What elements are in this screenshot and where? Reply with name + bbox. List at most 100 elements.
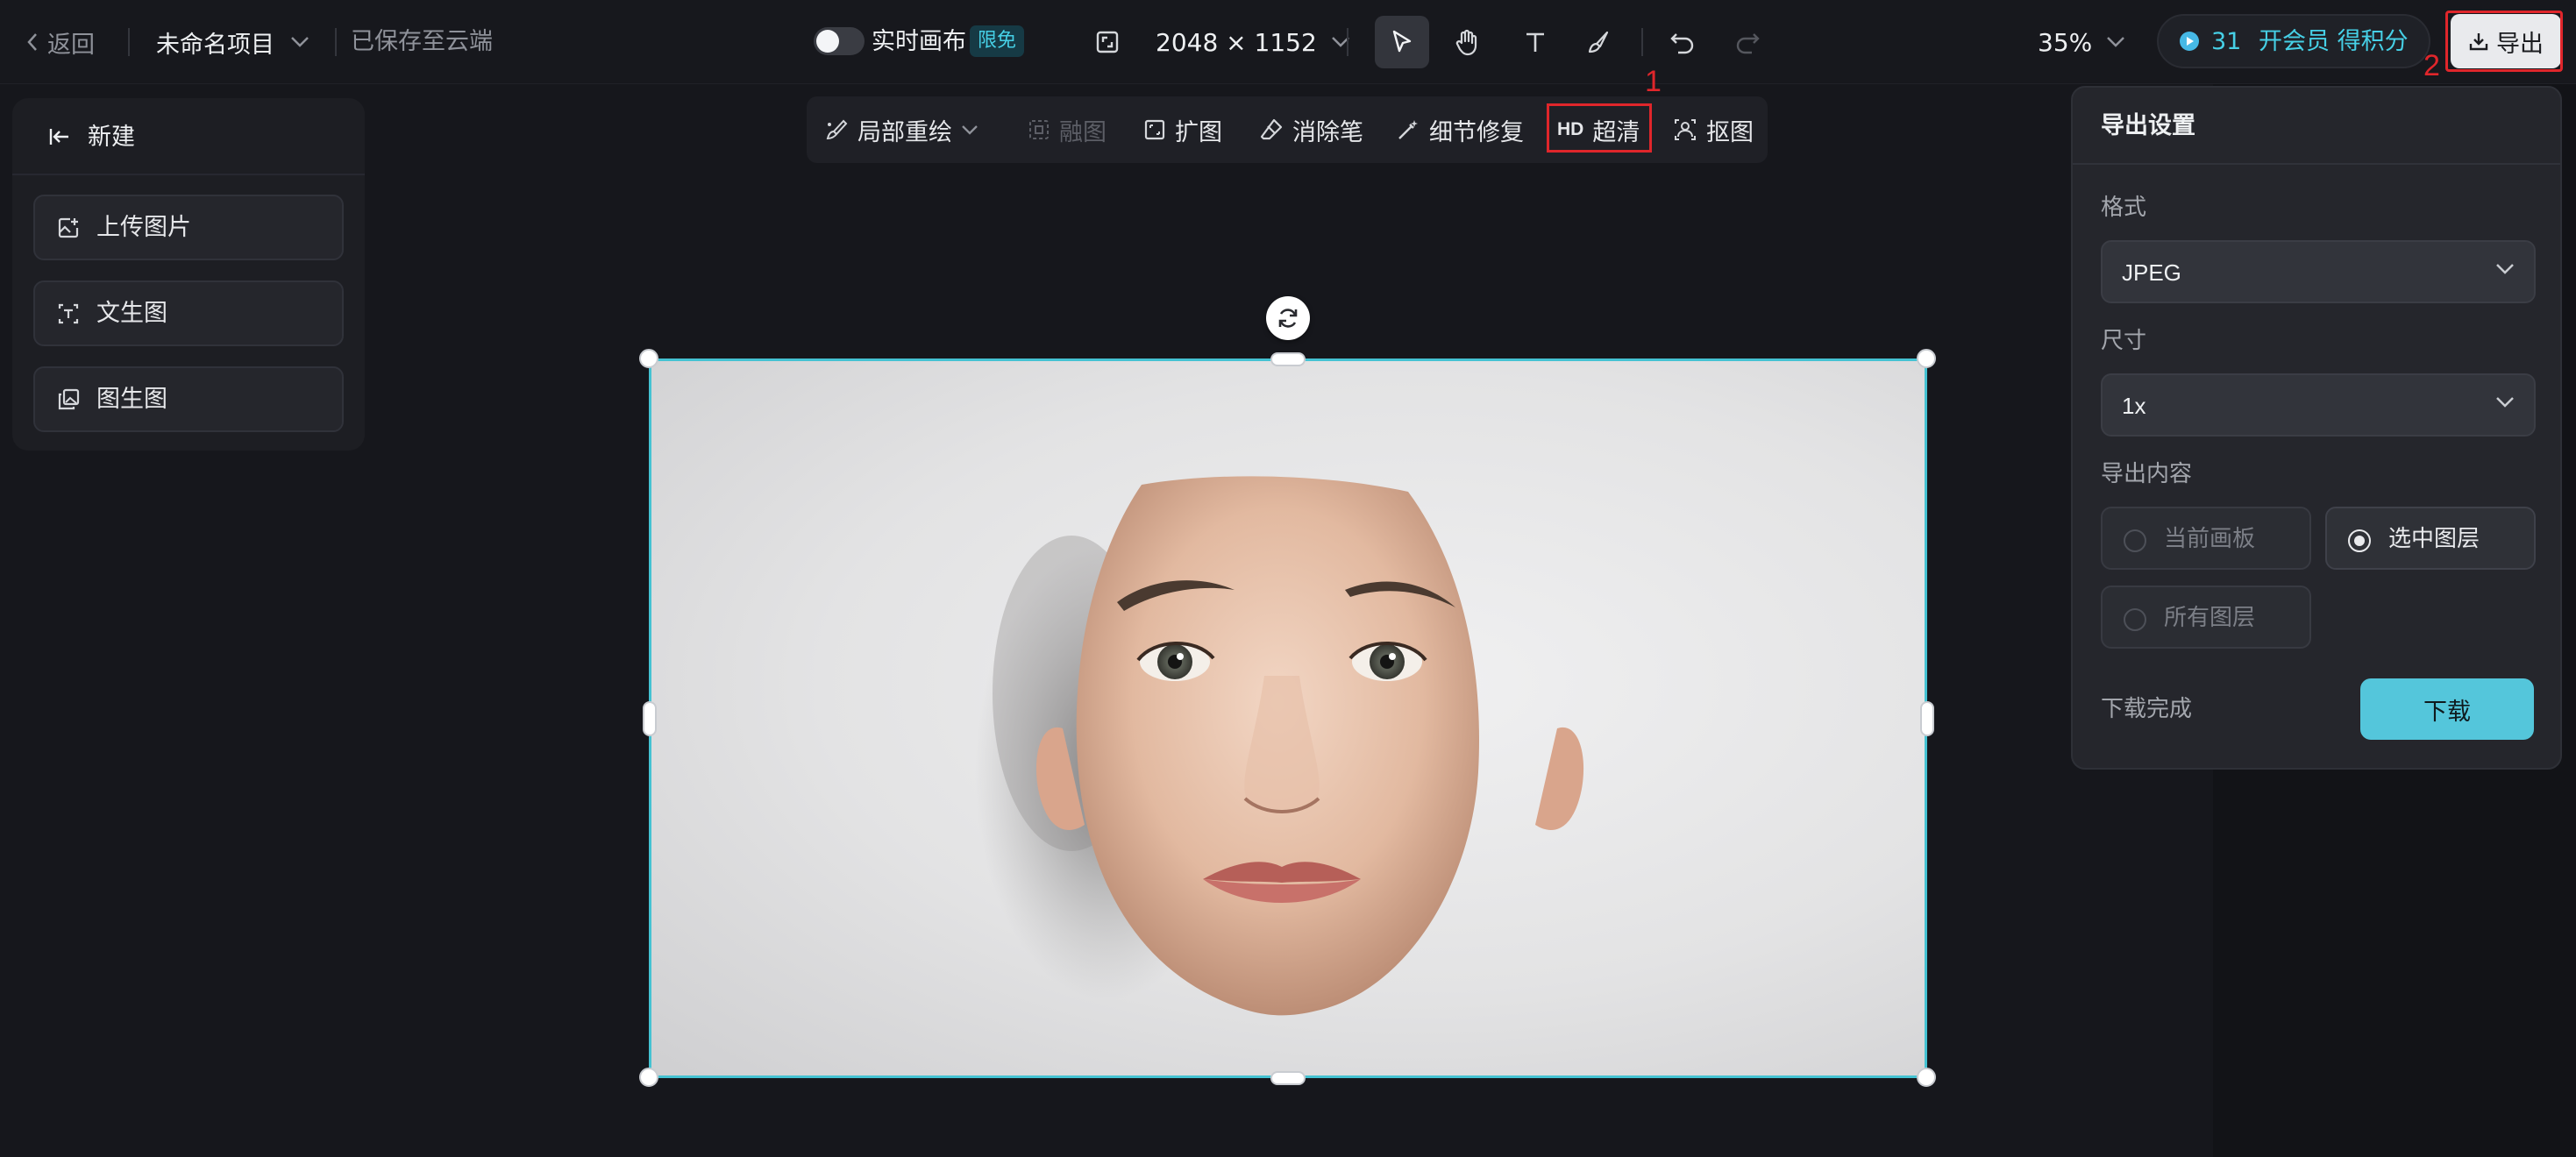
annotation-marker-1: 1 <box>1645 65 1662 98</box>
resize-handle-left[interactable] <box>643 701 657 736</box>
divider <box>335 28 337 56</box>
chevron-down-icon <box>961 124 978 135</box>
back-label: 返回 <box>47 31 95 59</box>
hand-tool-button[interactable] <box>1440 16 1494 68</box>
expand-tool[interactable]: 扩图 <box>1143 112 1222 147</box>
project-name-dropdown[interactable]: 未命名项目 <box>156 25 310 60</box>
expand-icon <box>1143 118 1166 141</box>
resize-icon <box>1095 30 1120 54</box>
blend-icon <box>1028 118 1050 141</box>
detail-fix-tool[interactable]: 细节修复 <box>1396 112 1524 147</box>
export-settings-panel: 导出设置 格式 JPEG 尺寸 1x 导出内容 当前画板 选中图层 所有图层 下… <box>2071 86 2562 770</box>
zoom-level: 35% <box>2038 27 2093 57</box>
resize-handle-top-left[interactable] <box>639 349 658 368</box>
chevron-down-icon <box>290 36 310 48</box>
text-tool-button[interactable] <box>1508 16 1562 68</box>
expand-label: 扩图 <box>1175 118 1222 146</box>
zoom-dropdown[interactable]: 35% <box>2038 25 2125 60</box>
save-status: 已保存至云端 <box>351 28 493 55</box>
text-icon <box>1523 30 1548 54</box>
option-all-layers[interactable]: 所有图层 <box>2101 586 2311 649</box>
canvas-size: 2048 × 1152 <box>1156 27 1317 57</box>
text-to-image-label: 文生图 <box>96 300 167 327</box>
chevron-down-icon <box>2106 36 2125 48</box>
detail-fix-label: 细节修复 <box>1429 118 1524 146</box>
selection-frame <box>649 358 1927 1078</box>
undo-icon <box>1669 30 1696 54</box>
chevron-down-icon <box>2495 396 2515 408</box>
divider <box>1641 28 1643 56</box>
option-label: 当前画板 <box>2164 526 2256 552</box>
undo-button[interactable] <box>1655 16 1710 68</box>
back-button[interactable]: 返回 <box>26 25 95 60</box>
toggle-knob <box>816 30 839 53</box>
resize-handle-right[interactable] <box>1920 701 1934 736</box>
free-badge: 限免 <box>970 25 1025 57</box>
redo-button[interactable] <box>1720 16 1775 68</box>
realtime-canvas-label: 实时画布 <box>872 28 966 55</box>
points-count: 31 <box>2211 28 2242 55</box>
divider <box>128 28 130 56</box>
annotation-marker-2: 2 <box>2423 49 2440 82</box>
text-to-image-icon <box>56 302 81 326</box>
format-value: JPEG <box>2122 259 2181 286</box>
upload-image-button[interactable]: 上传图片 <box>33 195 344 260</box>
hand-icon <box>1454 28 1480 56</box>
points-icon <box>2178 30 2201 53</box>
inpaint-tool[interactable]: 局部重绘 <box>824 112 978 147</box>
brush-tool-button[interactable] <box>1571 16 1626 68</box>
option-current-artboard[interactable]: 当前画板 <box>2101 507 2311 570</box>
image-to-image-button[interactable]: 图生图 <box>33 366 344 432</box>
arrow-left-bar-icon <box>49 126 72 147</box>
format-select[interactable]: JPEG <box>2101 240 2536 303</box>
rotate-icon <box>1275 305 1301 331</box>
radio-button <box>2124 529 2146 552</box>
membership-pill[interactable]: 31 开会员 得积分 <box>2157 14 2430 68</box>
annotation-box-upscale <box>1547 103 1652 153</box>
eraser-tool[interactable]: 消除笔 <box>1259 112 1363 147</box>
text-to-image-button[interactable]: 文生图 <box>33 280 344 346</box>
resize-handle-top[interactable] <box>1270 352 1306 366</box>
format-label: 格式 <box>2101 195 2147 221</box>
left-panel: 新建 上传图片 文生图 图生图 <box>12 98 365 451</box>
new-label: 新建 <box>88 124 135 151</box>
resize-canvas-button[interactable] <box>1080 16 1135 68</box>
radio-button-checked <box>2348 529 2371 552</box>
resize-handle-top-right[interactable] <box>1917 349 1936 368</box>
resize-handle-bottom[interactable] <box>1270 1071 1306 1085</box>
option-selected-layer[interactable]: 选中图层 <box>2325 507 2536 570</box>
content-label: 导出内容 <box>2101 461 2193 487</box>
option-label: 所有图层 <box>2164 605 2256 631</box>
image-to-image-label: 图生图 <box>96 386 167 413</box>
cursor-icon <box>1390 29 1414 55</box>
redo-icon <box>1734 30 1761 54</box>
download-button[interactable]: 下载 <box>2360 678 2534 740</box>
resize-handle-bottom-right[interactable] <box>1917 1068 1936 1087</box>
divider <box>2073 163 2560 165</box>
top-bar: 返回 未命名项目 已保存至云端 实时画布 限免 2048 × 1152 35% … <box>0 0 2576 84</box>
cutout-label: 抠图 <box>1706 118 1754 146</box>
radio-button <box>2124 608 2146 631</box>
inpaint-icon <box>824 117 849 142</box>
canvas-size-dropdown[interactable]: 2048 × 1152 <box>1156 25 1350 60</box>
eraser-icon <box>1259 117 1284 142</box>
export-panel-title: 导出设置 <box>2101 112 2195 139</box>
size-select[interactable]: 1x <box>2101 373 2536 437</box>
chevron-left-icon <box>26 32 39 52</box>
realtime-canvas-toggle[interactable] <box>814 27 865 55</box>
rotate-button[interactable] <box>1266 296 1310 340</box>
blend-label: 融图 <box>1059 118 1107 146</box>
size-label: 尺寸 <box>2101 328 2147 354</box>
blend-tool[interactable]: 融图 <box>1028 112 1107 147</box>
resize-handle-bottom-left[interactable] <box>639 1068 658 1087</box>
magic-wand-icon <box>1396 117 1420 142</box>
upload-image-icon <box>56 216 81 240</box>
inpaint-label: 局部重绘 <box>857 118 952 146</box>
chevron-down-icon <box>2495 263 2515 275</box>
download-status: 下载完成 <box>2101 696 2193 722</box>
divider <box>1347 28 1348 56</box>
option-label: 选中图层 <box>2388 526 2480 552</box>
cutout-tool[interactable]: 抠图 <box>1673 112 1754 147</box>
select-tool-button[interactable] <box>1375 16 1429 68</box>
new-header[interactable]: 新建 <box>12 98 365 175</box>
